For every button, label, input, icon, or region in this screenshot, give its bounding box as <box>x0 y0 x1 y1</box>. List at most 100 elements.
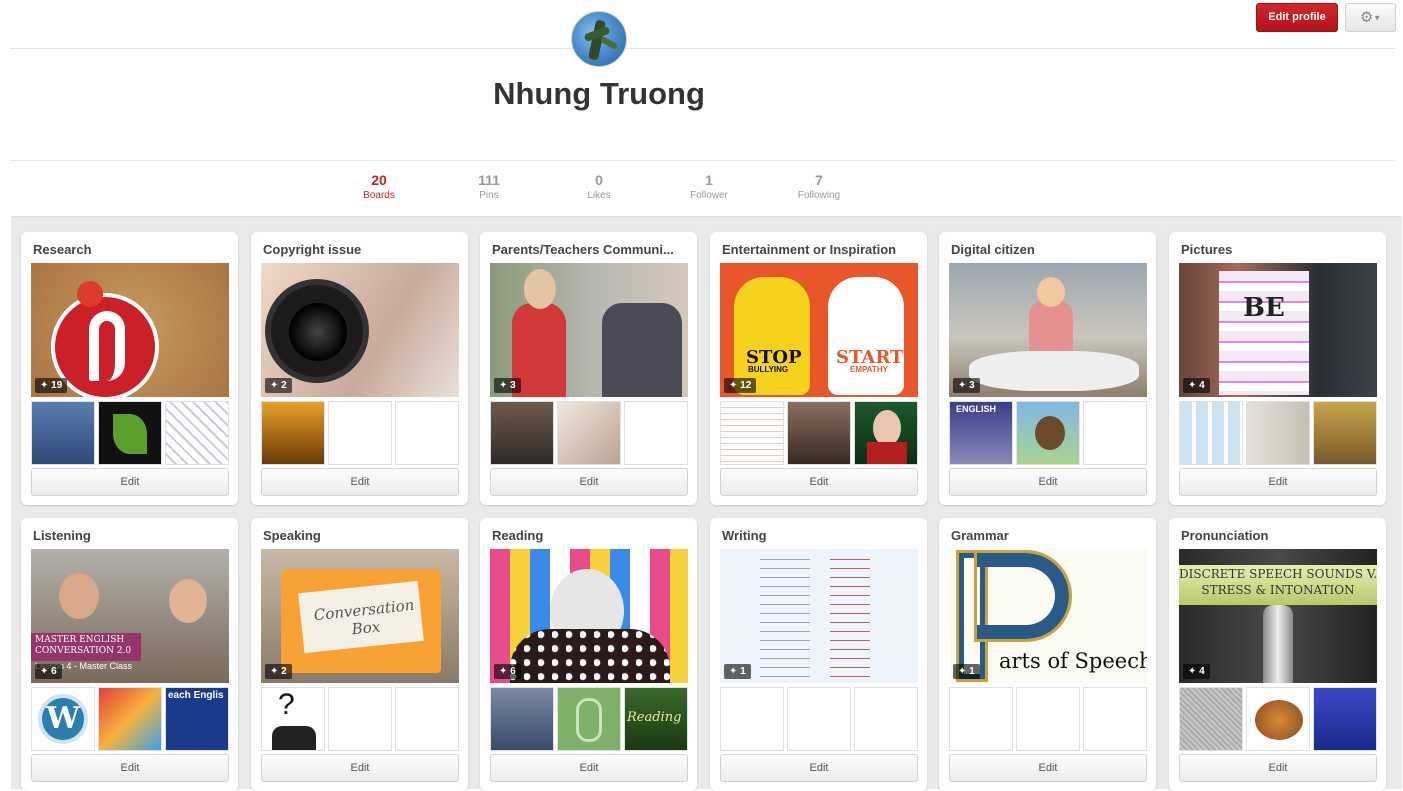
board-cover-image[interactable]: MASTER ENGLISH CONVERSATION 2.0 Lesson 4… <box>31 549 229 683</box>
board-thumbnail[interactable] <box>949 687 1013 751</box>
board-title[interactable]: Copyright issue <box>263 242 459 257</box>
board-cover-image[interactable]: ✦ 3 <box>949 263 1147 397</box>
board-thumbnail[interactable]: ? <box>261 687 325 751</box>
board-thumbnail[interactable] <box>98 687 162 751</box>
settings-button[interactable]: ⚙▼ <box>1345 3 1396 32</box>
board-thumbnail[interactable] <box>328 401 392 465</box>
edit-board-button[interactable]: Edit <box>31 468 229 496</box>
board-thumbnail[interactable] <box>557 401 621 465</box>
board-card[interactable]: Listening MASTER ENGLISH CONVERSATION 2.… <box>21 518 238 791</box>
board-thumbnail[interactable] <box>1016 687 1080 751</box>
stat-following[interactable]: 7 Following <box>779 172 859 201</box>
board-thumbnail[interactable]: W <box>31 687 95 751</box>
board-thumbnail[interactable] <box>1246 687 1310 751</box>
board-thumbnail[interactable] <box>720 687 784 751</box>
board-thumbnail[interactable] <box>557 687 621 751</box>
board-thumbnail[interactable] <box>1016 401 1080 465</box>
board-title[interactable]: Parents/Teachers Communi... <box>492 242 688 257</box>
board-title[interactable]: Pronunciation <box>1181 528 1377 543</box>
stat-pins[interactable]: 111 Pins <box>449 172 529 201</box>
board-cover-image[interactable]: ✦ 2 <box>261 263 459 397</box>
board-cover-image[interactable]: STOP BULLYING START EMPATHY ✦ 12 <box>720 263 918 397</box>
stat-boards[interactable]: 20 Boards <box>339 172 419 201</box>
board-card[interactable]: Speaking Conversation Box ✦ 2 ? Edit <box>251 518 468 791</box>
board-title[interactable]: Pictures <box>1181 242 1377 257</box>
edit-board-button[interactable]: Edit <box>1179 754 1377 782</box>
board-cover-image[interactable]: ✦ 3 <box>490 263 688 397</box>
board-cover-image[interactable]: ✦ 6 <box>490 549 688 683</box>
edit-board-button[interactable]: Edit <box>720 754 918 782</box>
board-cover-image[interactable]: ✦ 1 <box>720 549 918 683</box>
stats-bar: 20 Boards 111 Pins 0 Likes 1 Follower 7 … <box>0 172 1403 212</box>
edit-board-button[interactable]: Edit <box>1179 468 1377 496</box>
stat-likes[interactable]: 0 Likes <box>559 172 639 201</box>
edit-board-button[interactable]: Edit <box>720 468 918 496</box>
board-title[interactable]: Entertainment or Inspiration <box>722 242 918 257</box>
edit-board-button[interactable]: Edit <box>949 754 1147 782</box>
boards-grid: Research ✦ 19 Edit Copyright issue ✦ 2 E… <box>11 216 1402 791</box>
edit-board-button[interactable]: Edit <box>949 468 1147 496</box>
board-thumbnail[interactable]: ENGLISH <box>949 401 1013 465</box>
board-cover-image[interactable]: ✦ 19 <box>31 263 229 397</box>
board-thumbnail[interactable] <box>787 687 851 751</box>
edit-profile-button[interactable]: Edit profile <box>1256 3 1338 32</box>
board-thumbnail[interactable] <box>1179 401 1243 465</box>
board-title[interactable]: Speaking <box>263 528 459 543</box>
board-card[interactable]: Reading ✦ 6 Reading Edit <box>480 518 697 791</box>
board-thumbnail[interactable] <box>395 687 459 751</box>
board-thumbnail[interactable] <box>854 687 918 751</box>
board-cover-image[interactable]: DISCRETE SPEECH SOUNDS V. STRESS & INTON… <box>1179 549 1377 683</box>
edit-board-button[interactable]: Edit <box>490 468 688 496</box>
board-thumbnail[interactable] <box>165 401 229 465</box>
board-thumbnail[interactable] <box>787 401 851 465</box>
avatar[interactable] <box>571 11 627 67</box>
board-thumbnail[interactable] <box>854 401 918 465</box>
board-card[interactable]: Research ✦ 19 Edit <box>21 232 238 505</box>
board-thumbnail[interactable] <box>328 687 392 751</box>
pin-count: ✦ 12 <box>724 378 757 393</box>
board-card[interactable]: Digital citizen ✦ 3 ENGLISH Edit <box>939 232 1156 505</box>
board-card[interactable]: Pictures BE ✦ 4 Edit <box>1169 232 1386 505</box>
board-title[interactable]: Writing <box>722 528 918 543</box>
board-thumbnail[interactable] <box>98 401 162 465</box>
board-title[interactable]: Research <box>33 242 229 257</box>
stat-value: 7 <box>815 172 823 188</box>
stat-followers[interactable]: 1 Follower <box>669 172 749 201</box>
board-title[interactable]: Grammar <box>951 528 1147 543</box>
board-thumbnail[interactable] <box>1246 401 1310 465</box>
pin-icon: ✦ <box>958 666 970 677</box>
board-thumbnail[interactable] <box>1179 687 1243 751</box>
board-card[interactable]: Writing ✦ 1 Edit <box>710 518 927 791</box>
board-thumbnail[interactable] <box>31 401 95 465</box>
profile-name: Nhung Truong <box>493 76 705 111</box>
pin-count: ✦ 2 <box>265 664 292 679</box>
board-thumbnail[interactable] <box>490 687 554 751</box>
board-thumbnail[interactable] <box>261 401 325 465</box>
board-thumbnail[interactable] <box>1083 401 1147 465</box>
board-card[interactable]: Grammar arts of Speech ✦ 1 Edit <box>939 518 1156 791</box>
edit-board-button[interactable]: Edit <box>490 754 688 782</box>
board-title[interactable]: Reading <box>492 528 688 543</box>
board-thumbnail[interactable] <box>1313 687 1377 751</box>
board-thumbnail[interactable] <box>1313 401 1377 465</box>
board-card[interactable]: Copyright issue ✦ 2 Edit <box>251 232 468 505</box>
pin-count: ✦ 3 <box>494 378 521 393</box>
board-thumbnail[interactable] <box>624 401 688 465</box>
board-thumbnail[interactable]: Reading <box>624 687 688 751</box>
board-thumbnail[interactable] <box>720 401 784 465</box>
board-thumbnail[interactable] <box>490 401 554 465</box>
board-thumbnail[interactable]: each Englis <box>165 687 229 751</box>
board-cover-image[interactable]: arts of Speech ✦ 1 <box>949 549 1147 683</box>
board-title[interactable]: Digital citizen <box>951 242 1147 257</box>
board-card[interactable]: Pronunciation DISCRETE SPEECH SOUNDS V. … <box>1169 518 1386 791</box>
board-cover-image[interactable]: Conversation Box ✦ 2 <box>261 549 459 683</box>
board-card[interactable]: Parents/Teachers Communi... ✦ 3 Edit <box>480 232 697 505</box>
edit-board-button[interactable]: Edit <box>261 754 459 782</box>
edit-board-button[interactable]: Edit <box>261 468 459 496</box>
edit-board-button[interactable]: Edit <box>31 754 229 782</box>
board-card[interactable]: Entertainment or Inspiration STOP BULLYI… <box>710 232 927 505</box>
board-thumbnail[interactable] <box>395 401 459 465</box>
board-cover-image[interactable]: BE ✦ 4 <box>1179 263 1377 397</box>
board-thumbnail[interactable] <box>1083 687 1147 751</box>
board-title[interactable]: Listening <box>33 528 229 543</box>
